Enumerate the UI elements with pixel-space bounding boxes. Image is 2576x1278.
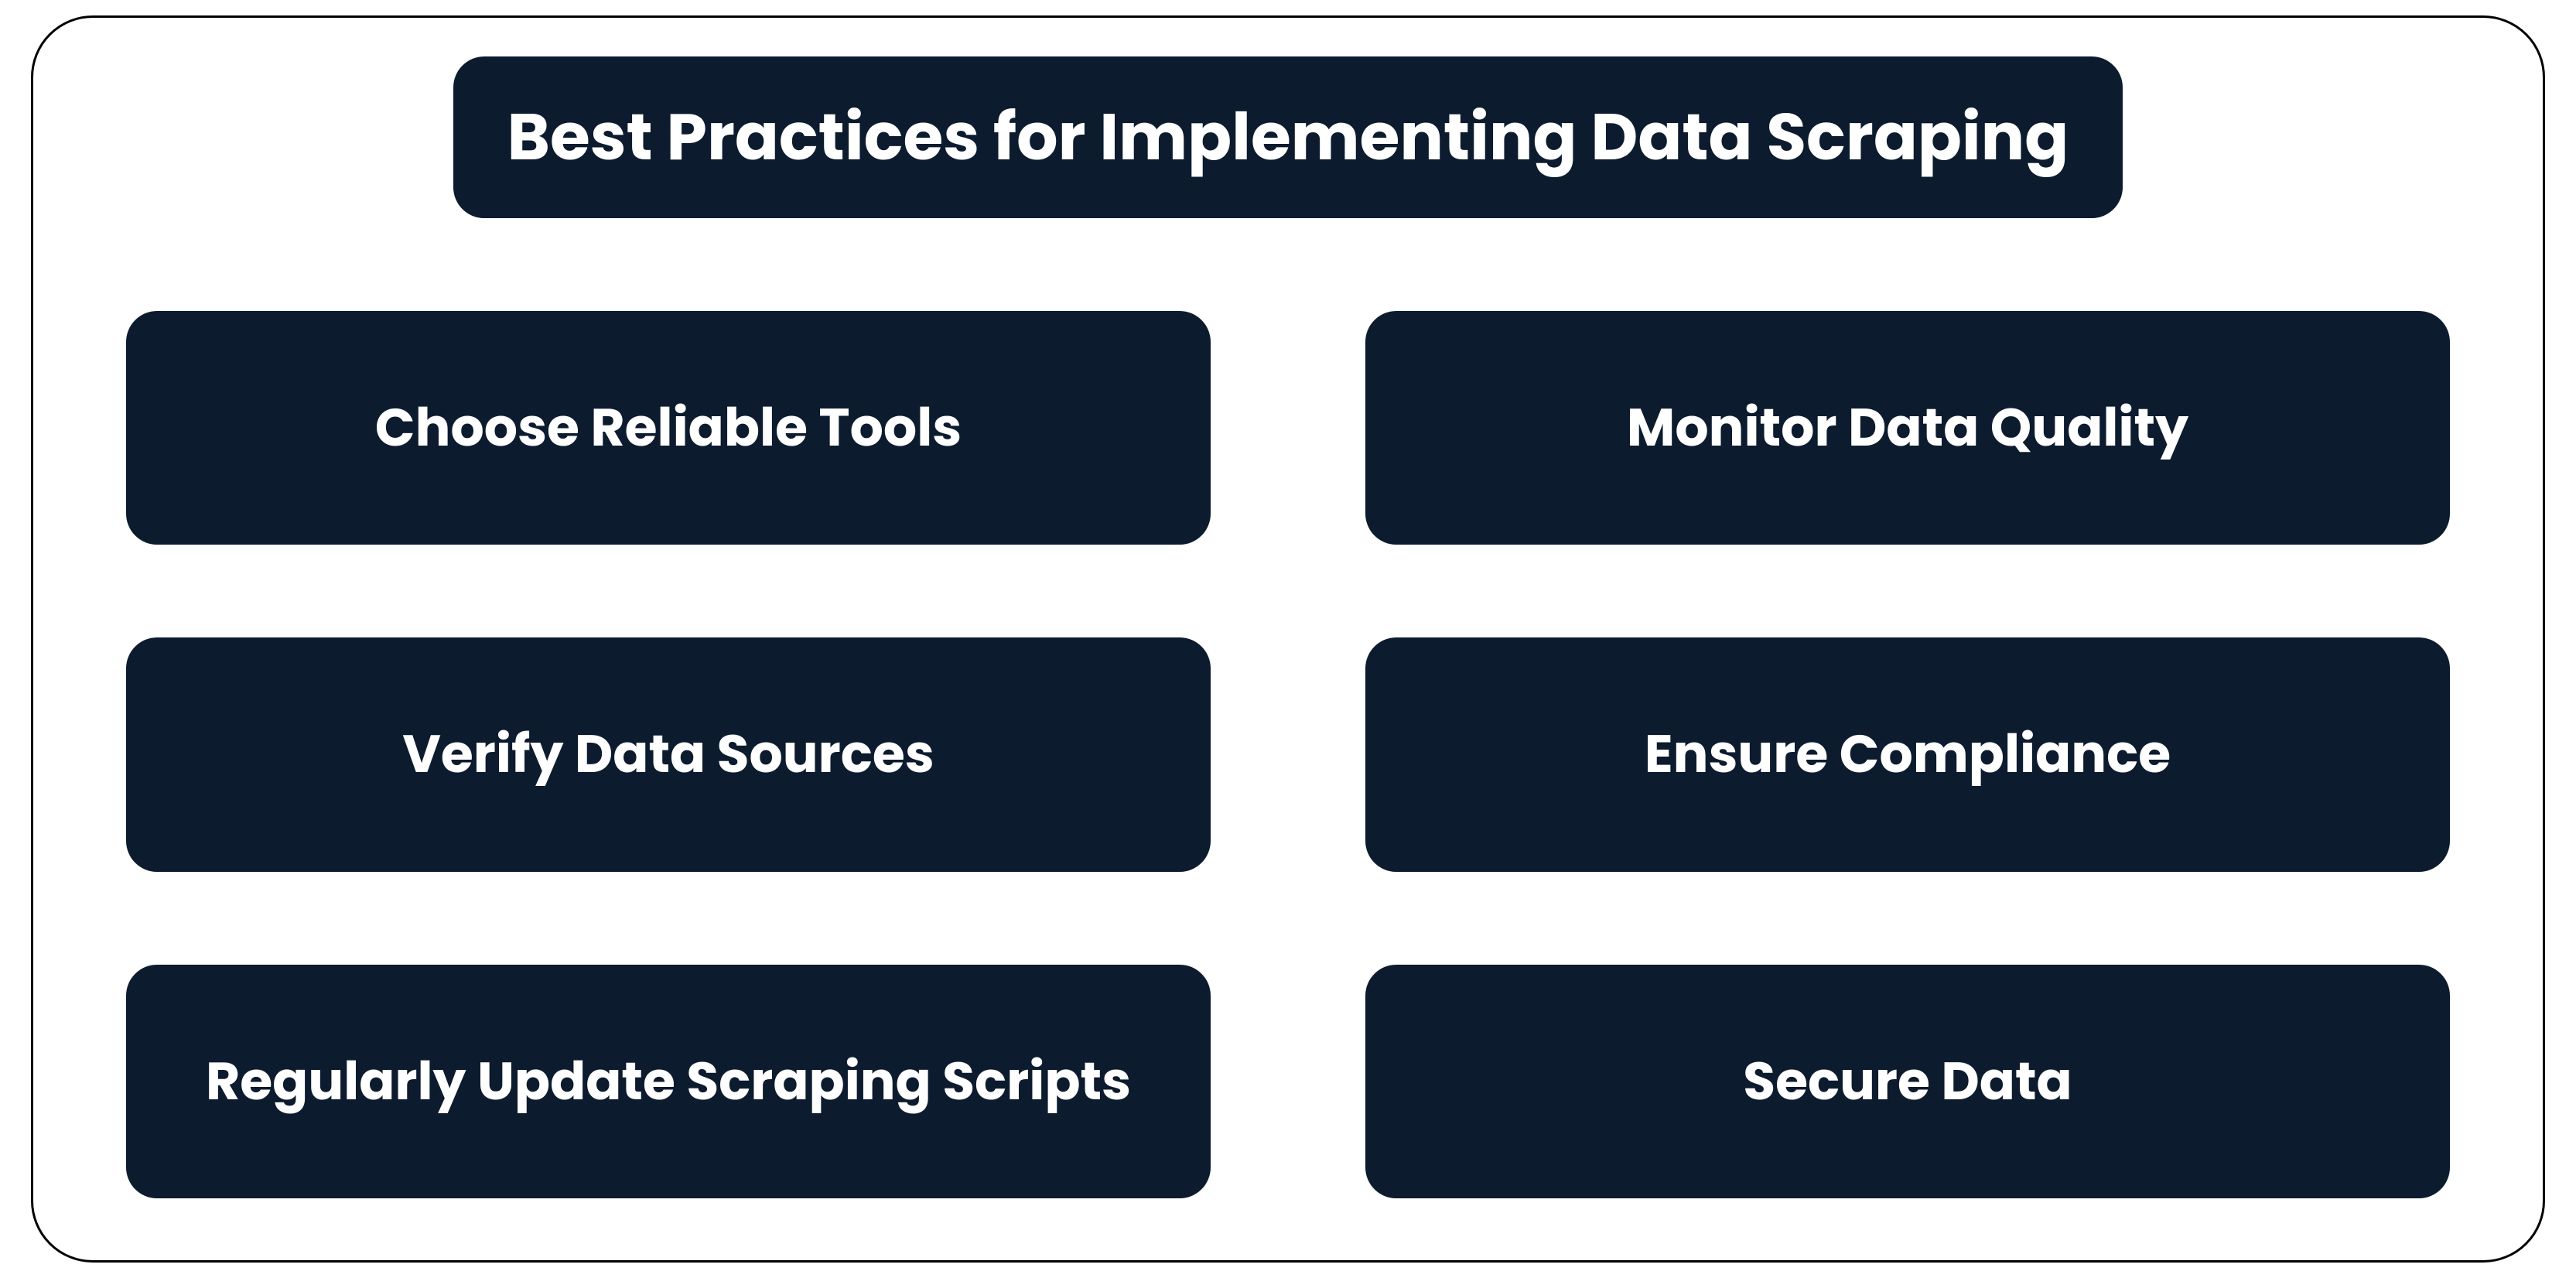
card-choose-reliable-tools: Choose Reliable Tools — [126, 311, 1211, 545]
card-regularly-update-scraping-scripts: Regularly Update Scraping Scripts — [126, 965, 1211, 1198]
card-ensure-compliance: Ensure Compliance — [1365, 637, 2450, 871]
card-label: Ensure Compliance — [1645, 715, 2171, 794]
card-verify-data-sources: Verify Data Sources — [126, 637, 1211, 871]
card-label: Verify Data Sources — [402, 715, 934, 794]
card-monitor-data-quality: Monitor Data Quality — [1365, 311, 2450, 545]
card-label: Secure Data — [1743, 1042, 2072, 1121]
diagram-title: Best Practices for Implementing Data Scr… — [453, 56, 2123, 218]
card-label: Monitor Data Quality — [1627, 388, 2188, 467]
items-grid: Choose Reliable Tools Monitor Data Quali… — [111, 311, 2465, 1198]
card-secure-data: Secure Data — [1365, 965, 2450, 1198]
diagram-container: Best Practices for Implementing Data Scr… — [31, 15, 2545, 1263]
card-label: Choose Reliable Tools — [375, 388, 962, 467]
card-label: Regularly Update Scraping Scripts — [206, 1042, 1131, 1121]
